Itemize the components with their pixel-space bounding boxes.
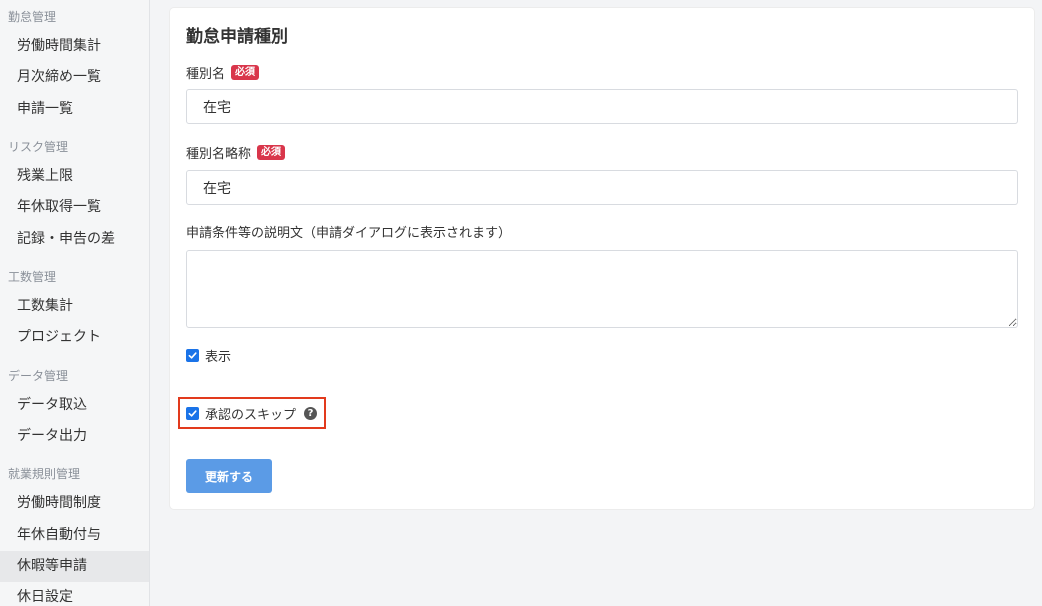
sidebar-group-attendance: 勤怠管理 [8, 10, 57, 24]
sidebar-group-rules: 就業規則管理 [8, 467, 81, 481]
name-label-row: 種別名 必須 [186, 63, 260, 82]
sidebar-item-holiday-settings[interactable]: 休日設定 [0, 582, 149, 606]
display-checkbox[interactable] [186, 349, 199, 362]
skip-approval-checkbox[interactable] [186, 407, 199, 420]
check-icon [188, 352, 197, 359]
name-input[interactable] [186, 89, 1018, 124]
sidebar-group-risk: リスク管理 [8, 140, 69, 154]
sidebar-item-data-export[interactable]: データ出力 [0, 421, 149, 452]
sidebar-item-requests[interactable]: 申請一覧 [0, 94, 149, 125]
sidebar-item-auto-leave[interactable]: 年休自動付与 [0, 520, 149, 551]
sidebar-item-data-import[interactable]: データ取込 [0, 390, 149, 421]
main-content: 勤怠申請種別 種別名 必須 種別名略称 必須 申請条件等の説明文（申請ダイアログ… [150, 0, 1042, 606]
sidebar-item-record-diff[interactable]: 記録・申告の差 [0, 224, 149, 255]
short-name-label: 種別名略称 [186, 147, 252, 162]
sidebar-item-project[interactable]: プロジェクト [0, 322, 149, 353]
skip-approval-checkbox-row[interactable]: 承認のスキップ ? [186, 404, 318, 423]
update-button[interactable]: 更新する [186, 459, 272, 493]
sidebar-item-leave-requests[interactable]: 休暇等申請 [0, 551, 149, 582]
description-label-row: 申請条件等の説明文（申請ダイアログに表示されます） [186, 222, 511, 241]
description-textarea[interactable] [186, 250, 1018, 328]
sidebar-group-data: データ管理 [8, 369, 69, 383]
required-badge: 必須 [231, 65, 260, 80]
help-icon[interactable]: ? [304, 407, 318, 420]
sidebar-item-work-system[interactable]: 労働時間制度 [0, 488, 149, 519]
skip-approval-label: 承認のスキップ [205, 408, 297, 423]
sidebar-group-manhours: 工数管理 [8, 270, 57, 284]
form-card: 勤怠申請種別 種別名 必須 種別名略称 必須 申請条件等の説明文（申請ダイアログ… [170, 8, 1034, 509]
description-label: 申請条件等の説明文（申請ダイアログに表示されます） [186, 226, 512, 241]
sidebar-item-work-hours[interactable]: 労働時間集計 [0, 31, 149, 62]
page-title: 勤怠申請種別 [186, 27, 288, 47]
sidebar-item-manhour-summary[interactable]: 工数集計 [0, 291, 149, 322]
sidebar: 勤怠管理 労働時間集計 月次締め一覧 申請一覧 リスク管理 残業上限 年休取得一… [0, 0, 150, 606]
short-name-input[interactable] [186, 170, 1018, 205]
display-checkbox-row[interactable]: 表示 [186, 346, 231, 365]
display-checkbox-label: 表示 [205, 350, 232, 365]
sidebar-item-leave-taken[interactable]: 年休取得一覧 [0, 192, 149, 223]
required-badge: 必須 [257, 145, 286, 160]
sidebar-item-overtime-limit[interactable]: 残業上限 [0, 161, 149, 192]
sidebar-item-monthly-close[interactable]: 月次締め一覧 [0, 62, 149, 93]
check-icon [188, 410, 197, 417]
app-root: 勤怠管理 労働時間集計 月次締め一覧 申請一覧 リスク管理 残業上限 年休取得一… [0, 0, 1042, 606]
short-name-label-row: 種別名略称 必須 [186, 143, 286, 162]
name-label: 種別名 [186, 67, 226, 82]
